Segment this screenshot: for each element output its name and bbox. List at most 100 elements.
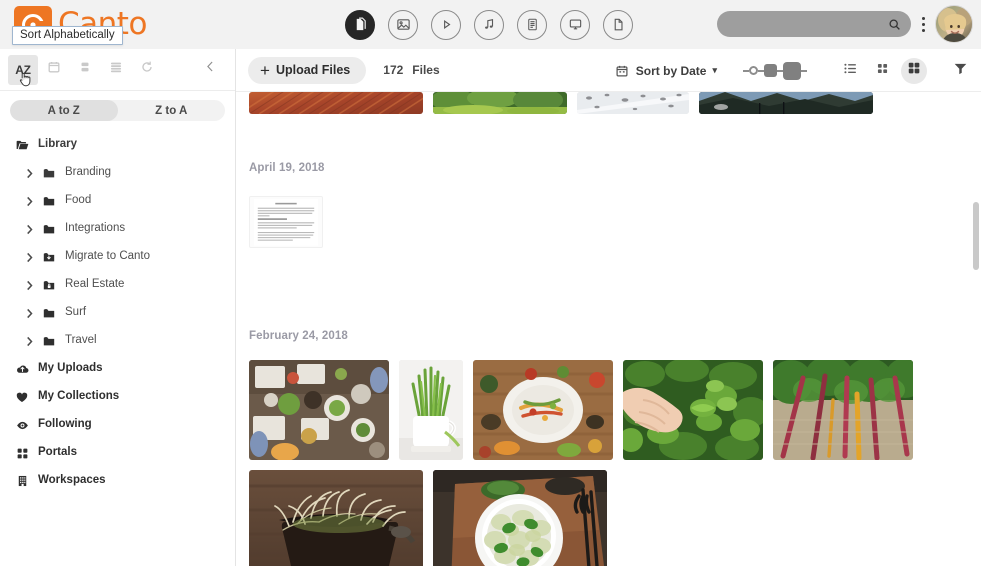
sidebar-label-branding: Branding — [65, 166, 112, 179]
sidebar-sort-by-date-button[interactable] — [39, 55, 69, 85]
stacked-boxes-icon — [78, 60, 92, 79]
thumbnail-size-slider[interactable] — [743, 61, 807, 80]
folder-icon — [39, 335, 59, 348]
upload-files-label: Upload Files — [275, 63, 351, 77]
calendar-icon — [47, 60, 61, 79]
type-filter-documents[interactable] — [517, 9, 547, 40]
grid-large-icon — [907, 61, 921, 80]
sidebar-folder-food[interactable]: Food — [0, 187, 235, 215]
sidebar-folder-branding[interactable]: Branding — [0, 159, 235, 187]
chevron-right-icon[interactable] — [22, 224, 36, 235]
size-option-large[interactable] — [783, 61, 801, 80]
sidebar-item-portals[interactable]: Portals — [0, 439, 235, 467]
chevron-right-icon[interactable] — [22, 252, 36, 263]
chevron-right-icon[interactable] — [22, 336, 36, 347]
search-icon — [888, 18, 901, 31]
list-icon — [843, 61, 858, 81]
asset-text-document-page[interactable] — [249, 196, 323, 248]
heart-icon — [12, 391, 32, 404]
upload-files-button[interactable]: + Upload Files — [248, 56, 367, 84]
canto-dam-app: Canto Sort Alphabetically AZ A to Z Z to… — [0, 0, 981, 566]
sidebar-sort-by-size-button[interactable] — [70, 55, 100, 85]
type-filter-all-files[interactable] — [345, 9, 375, 40]
sidebar-label-travel: Travel — [65, 334, 97, 347]
asset-green-hillside[interactable] — [433, 92, 567, 114]
sidebar-label-migrate-to-canto: Migrate to Canto — [65, 250, 151, 263]
main-panel: + Upload Files 172 Files Sort by Date ▾ … — [236, 49, 981, 566]
type-filter-presentations[interactable] — [560, 9, 590, 40]
type-filter-videos[interactable] — [431, 9, 461, 40]
sidebar-toolbar: Sort Alphabetically AZ — [0, 26, 235, 91]
view-mode-list[interactable] — [837, 58, 863, 84]
asset-row-partial — [236, 92, 981, 114]
more-options-menu-icon[interactable] — [916, 16, 930, 33]
slider-track-right — [801, 69, 807, 72]
sidebar-collapse-button[interactable] — [199, 58, 221, 80]
asset-mountain-valley-panorama[interactable] — [699, 92, 873, 114]
asset-row-april-19 — [236, 174, 981, 248]
search-input[interactable] — [727, 17, 888, 31]
file-count-number: 172 — [383, 63, 404, 77]
asset-table-of-food-overhead[interactable] — [249, 360, 389, 460]
view-mode-medium-grid[interactable] — [869, 58, 895, 84]
cloud-upload-icon — [12, 363, 32, 376]
sort-a-to-z-option[interactable]: A to Z — [10, 100, 118, 121]
chevron-right-icon[interactable] — [22, 168, 36, 179]
type-filter-images[interactable] — [388, 9, 418, 40]
sidebar-sort-by-list-button[interactable] — [101, 55, 131, 85]
asset-grid: April 19, 2018 February 24, 2018 — [236, 92, 981, 566]
sidebar-item-my-collections[interactable]: My Collections — [0, 383, 235, 411]
sidebar-item-following[interactable]: Following — [0, 411, 235, 439]
asset-snowy-road-aerial[interactable] — [577, 92, 689, 114]
plus-icon: + — [260, 60, 270, 80]
sidebar-reset-sort-button[interactable] — [132, 55, 162, 85]
sidebar-folder-travel[interactable]: Travel — [0, 327, 235, 355]
type-filter-other[interactable] — [603, 9, 633, 40]
size-option-small[interactable] — [749, 66, 758, 75]
sidebar-folder-migrate-to-canto[interactable]: Migrate to Canto — [0, 243, 235, 271]
asset-red-rock-canyon[interactable] — [249, 92, 423, 114]
filter-button[interactable] — [949, 60, 971, 82]
date-header-april-19-2018: April 19, 2018 — [249, 162, 325, 174]
chevron-right-icon[interactable] — [22, 280, 36, 291]
grid-small-icon — [876, 62, 889, 80]
search-box[interactable] — [717, 11, 911, 37]
view-mode-large-grid[interactable] — [901, 57, 927, 84]
sidebar-sort-alphabetically-button[interactable]: AZ — [8, 54, 38, 86]
folder-icon — [39, 195, 59, 208]
size-option-medium[interactable] — [764, 64, 777, 77]
folder-download-icon — [39, 251, 59, 264]
asset-vegetable-salad-plate[interactable] — [473, 360, 613, 460]
date-header-february-24-2018: February 24, 2018 — [249, 330, 348, 342]
sidebar-item-library[interactable]: Library — [0, 131, 235, 159]
folder-lock-icon — [39, 279, 59, 292]
file-count: 172 Files — [383, 63, 439, 77]
user-avatar[interactable] — [935, 5, 973, 43]
asset-green-beans-in-pitcher[interactable] — [399, 360, 463, 460]
sidebar-label-surf: Surf — [65, 306, 87, 319]
sidebar-folder-real-estate[interactable]: Real Estate — [0, 271, 235, 299]
sidebar: Sort Alphabetically AZ A to Z Z to A Lib… — [0, 26, 236, 566]
az-icon: AZ — [15, 62, 31, 77]
asset-pesto-gnocchi-white-bowl[interactable] — [433, 470, 607, 566]
scrollbar-thumb[interactable] — [973, 202, 979, 270]
main-toolbar-right: Sort by Date ▾ — [615, 49, 971, 92]
sort-z-to-a-option[interactable]: Z to A — [118, 100, 226, 121]
sort-by-date-label: Sort by Date — [635, 63, 707, 78]
asset-sprouts-in-dark-bowl[interactable] — [249, 470, 423, 566]
sidebar-folder-integrations[interactable]: Integrations — [0, 215, 235, 243]
sidebar-item-my-uploads[interactable]: My Uploads — [0, 355, 235, 383]
chevron-right-icon[interactable] — [22, 308, 36, 319]
calendar-icon — [615, 64, 629, 78]
refresh-icon — [140, 60, 154, 79]
type-filter-audio[interactable] — [474, 9, 504, 40]
sort-by-date-dropdown[interactable]: Sort by Date ▾ — [615, 64, 717, 78]
asset-hand-picking-arugula[interactable] — [623, 360, 763, 460]
sidebar-folder-surf[interactable]: Surf — [0, 299, 235, 327]
eye-icon — [12, 419, 32, 432]
chevron-right-icon[interactable] — [22, 196, 36, 207]
sidebar-item-workspaces[interactable]: Workspaces — [0, 467, 235, 495]
asset-rainbow-chard-stems[interactable] — [773, 360, 913, 460]
scrollbar-track[interactable] — [973, 92, 979, 566]
sidebar-label-workspaces: Workspaces — [38, 474, 106, 487]
